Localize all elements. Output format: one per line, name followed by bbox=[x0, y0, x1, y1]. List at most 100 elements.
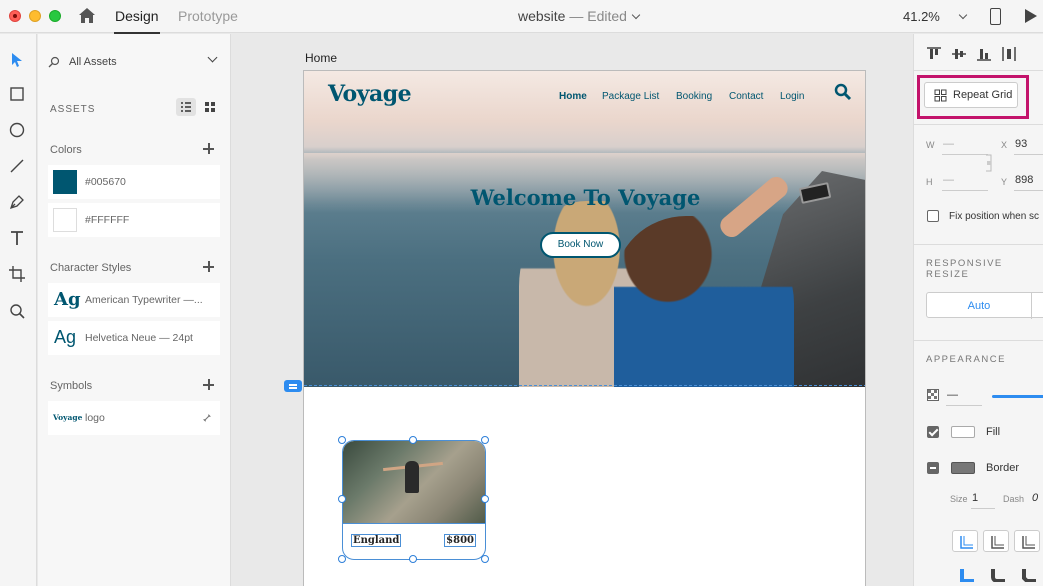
device-preview-icon[interactable] bbox=[990, 8, 1001, 25]
site-nav-home[interactable]: Home bbox=[559, 91, 587, 102]
join-miter-icon[interactable] bbox=[960, 568, 974, 582]
artboard-name[interactable]: Home bbox=[305, 51, 337, 65]
selection-handle[interactable] bbox=[481, 436, 489, 444]
opacity-slider[interactable] bbox=[992, 395, 1043, 398]
design-canvas[interactable]: Home Voyage Home Package List Booking Co… bbox=[232, 34, 912, 586]
hero-title[interactable]: Welcome To Voyage bbox=[304, 185, 865, 210]
repeat-grid-button[interactable]: Repeat Grid bbox=[924, 82, 1018, 108]
selection-handle[interactable] bbox=[338, 555, 346, 563]
border-dash-field[interactable]: 0 bbox=[1032, 492, 1038, 504]
lock-aspect-icon[interactable] bbox=[985, 152, 993, 174]
x-field[interactable]: 93 bbox=[1015, 138, 1027, 150]
opacity-underline bbox=[946, 405, 982, 406]
book-now-button[interactable]: Book Now bbox=[540, 232, 621, 258]
width-field[interactable]: — bbox=[943, 138, 954, 150]
text-tool-icon[interactable] bbox=[8, 229, 26, 247]
padding-marker-icon[interactable] bbox=[284, 380, 302, 392]
align-middle-icon[interactable] bbox=[951, 46, 967, 62]
document-name: website bbox=[518, 8, 566, 24]
fill-color-swatch[interactable] bbox=[951, 426, 975, 438]
package-card-price[interactable]: $800 bbox=[444, 534, 476, 547]
artboard-tool-icon[interactable] bbox=[8, 265, 26, 283]
stroke-inside-button[interactable] bbox=[952, 530, 978, 552]
selection-handle[interactable] bbox=[338, 495, 346, 503]
border-color-swatch[interactable] bbox=[951, 462, 975, 474]
pen-tool-icon[interactable] bbox=[8, 193, 26, 211]
add-character-style-icon[interactable] bbox=[203, 261, 214, 272]
zoom-tool-icon[interactable] bbox=[8, 302, 26, 320]
site-logo[interactable]: Voyage bbox=[328, 81, 412, 107]
stroke-center-button[interactable] bbox=[983, 530, 1009, 552]
package-card-image bbox=[343, 441, 485, 523]
panel-divider bbox=[914, 124, 1043, 125]
document-title[interactable]: website — Edited bbox=[518, 8, 641, 24]
add-symbol-icon[interactable] bbox=[203, 379, 214, 390]
properties-panel: Repeat Grid W — X 93 H — Y 898 Fix posit… bbox=[913, 34, 1043, 586]
site-nav-login[interactable]: Login bbox=[780, 91, 804, 102]
site-nav-contact[interactable]: Contact bbox=[729, 91, 763, 102]
distribute-icon[interactable] bbox=[1001, 46, 1017, 62]
selection-handle[interactable] bbox=[409, 555, 417, 563]
panel-divider bbox=[914, 70, 1043, 71]
fill-checkbox[interactable] bbox=[927, 426, 939, 438]
close-window-button[interactable] bbox=[9, 10, 21, 22]
list-view-icon bbox=[181, 102, 191, 112]
panel-divider bbox=[914, 244, 1043, 245]
color-asset-row[interactable]: #005670 bbox=[48, 165, 220, 199]
height-field[interactable]: — bbox=[943, 174, 954, 186]
border-size-field[interactable]: 1 bbox=[972, 492, 978, 504]
line-tool-icon[interactable] bbox=[8, 157, 26, 175]
character-style-glyph: Ag bbox=[54, 327, 77, 347]
height-underline bbox=[942, 190, 988, 191]
selection-handle[interactable] bbox=[481, 555, 489, 563]
border-checkbox[interactable] bbox=[927, 462, 939, 474]
assets-section-title: ASSETS bbox=[50, 104, 96, 115]
join-bevel-icon[interactable] bbox=[1022, 568, 1036, 582]
list-view-button[interactable] bbox=[176, 98, 196, 116]
zoom-window-button[interactable] bbox=[49, 10, 61, 22]
play-preview-icon[interactable] bbox=[1025, 9, 1037, 23]
minimize-window-button[interactable] bbox=[29, 10, 41, 22]
site-nav-booking[interactable]: Booking bbox=[676, 91, 712, 102]
align-bottom-icon[interactable] bbox=[976, 46, 992, 62]
tab-prototype[interactable]: Prototype bbox=[178, 8, 238, 24]
assets-filter-dropdown[interactable]: All Assets bbox=[48, 52, 220, 72]
opacity-field[interactable]: — bbox=[947, 389, 958, 401]
symbols-section-title: Symbols bbox=[50, 380, 93, 392]
fix-position-checkbox[interactable] bbox=[927, 210, 939, 222]
select-tool-icon[interactable] bbox=[8, 51, 26, 69]
symbol-thumbnail: Voyage bbox=[53, 413, 83, 422]
add-color-icon[interactable] bbox=[203, 143, 214, 154]
character-style-row[interactable]: Ag Helvetica Neue — 24pt bbox=[48, 321, 220, 355]
stroke-inside-icon bbox=[960, 536, 973, 549]
join-round-icon[interactable] bbox=[991, 568, 1005, 582]
border-size-underline bbox=[971, 508, 995, 509]
tab-design[interactable]: Design bbox=[114, 8, 160, 34]
selection-handle[interactable] bbox=[409, 436, 417, 444]
stroke-center-icon bbox=[991, 536, 1004, 549]
y-field[interactable]: 898 bbox=[1015, 174, 1033, 186]
responsive-auto-button[interactable]: Auto bbox=[926, 292, 1043, 319]
home-icon[interactable] bbox=[78, 7, 96, 25]
stroke-outside-button[interactable] bbox=[1014, 530, 1040, 552]
grid-view-icon bbox=[205, 102, 215, 112]
site-nav-package-list[interactable]: Package List bbox=[602, 91, 659, 102]
package-card[interactable]: England $800 bbox=[342, 440, 486, 560]
color-asset-row[interactable]: #FFFFFF bbox=[48, 203, 220, 237]
symbol-row[interactable]: Voyage logo bbox=[48, 401, 220, 435]
selection-handle[interactable] bbox=[481, 495, 489, 503]
ellipse-tool-icon[interactable] bbox=[8, 121, 26, 139]
width-underline bbox=[942, 154, 988, 155]
hero-image[interactable]: Voyage Home Package List Booking Contact… bbox=[304, 71, 865, 387]
package-card-name[interactable]: England bbox=[351, 534, 402, 547]
artboard-home[interactable]: Voyage Home Package List Booking Contact… bbox=[303, 70, 866, 586]
rectangle-tool-icon[interactable] bbox=[8, 85, 26, 103]
character-style-row[interactable]: Ag American Typewriter —... bbox=[48, 283, 220, 317]
link-icon bbox=[203, 414, 211, 422]
selection-handle[interactable] bbox=[338, 436, 346, 444]
grid-view-button[interactable] bbox=[200, 98, 220, 116]
zoom-select[interactable]: 41.2% bbox=[903, 9, 968, 24]
align-top-icon[interactable] bbox=[926, 46, 942, 62]
responsive-resize-title: RESPONSIVE RESIZE bbox=[926, 258, 1003, 280]
site-search-icon[interactable] bbox=[834, 83, 852, 101]
